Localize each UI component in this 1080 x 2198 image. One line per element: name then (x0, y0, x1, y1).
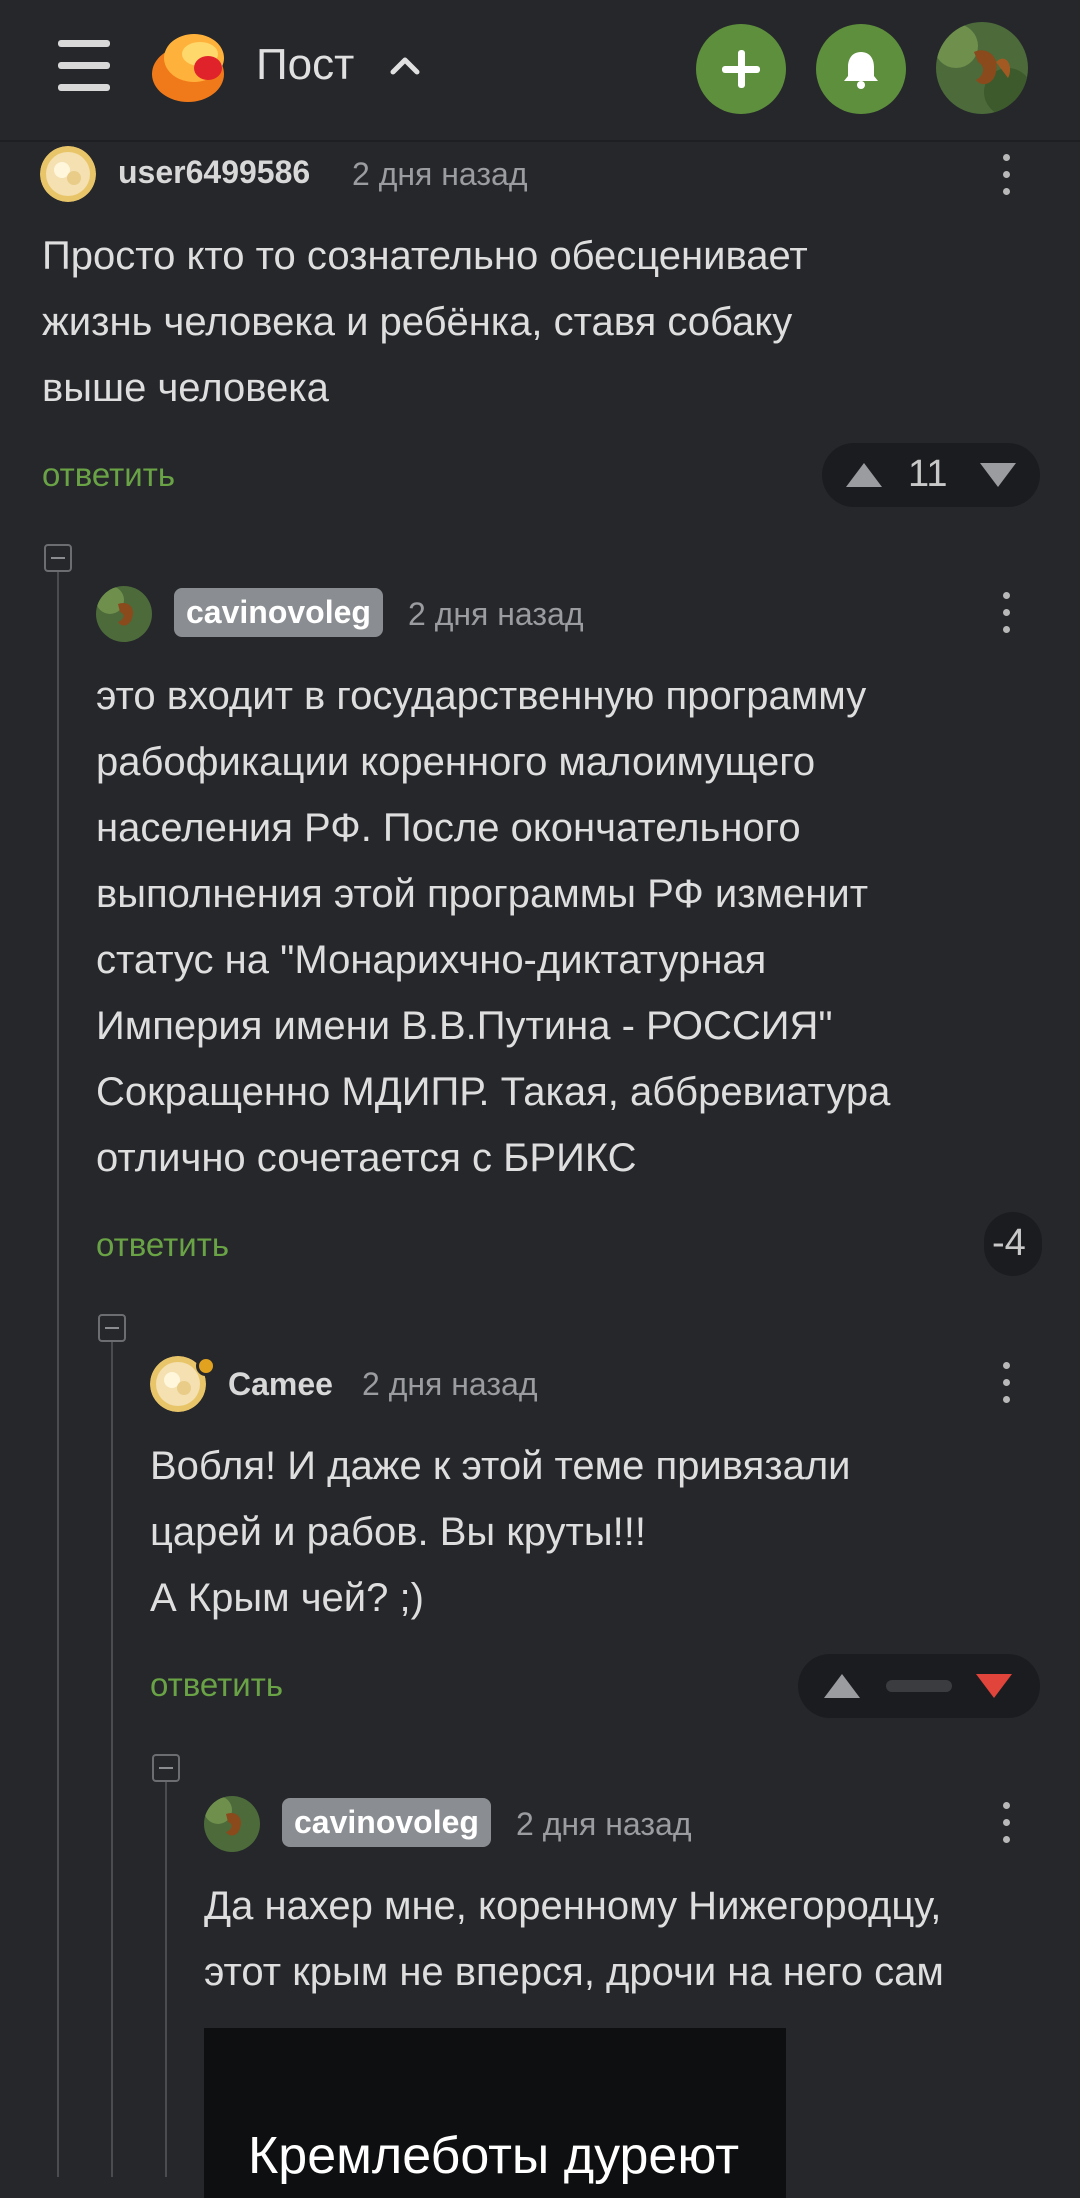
downvote-icon[interactable] (974, 1672, 1014, 1700)
menu-icon[interactable] (58, 40, 114, 92)
rating-hidden-bar (886, 1680, 952, 1692)
notifications-button[interactable] (816, 24, 906, 114)
logo-icon[interactable] (150, 28, 232, 104)
thread-line (165, 1782, 167, 2177)
add-post-button[interactable] (696, 24, 786, 114)
image-caption: Кремлеботы дуреют (248, 2127, 740, 2185)
thread-line (111, 1342, 113, 2177)
rating-value: -4 (992, 1222, 1026, 1264)
rating-control: -4 (984, 1212, 1042, 1276)
comment-author[interactable]: Camee (228, 1366, 333, 1403)
comment-author[interactable]: user6499586 (118, 154, 310, 191)
comment-author[interactable]: cavinovoleg (174, 588, 383, 637)
comment-text: Да нахер мне, коренному Нижегородцу, это… (204, 1884, 944, 1994)
more-options-icon[interactable] (1000, 152, 1012, 198)
reply-link[interactable]: ответить (150, 1666, 283, 1704)
comment-time: 2 дня назад (516, 1806, 692, 1842)
rating-control: 11 (822, 443, 1040, 507)
plus-icon (722, 50, 760, 88)
comment-image[interactable]: Кремлеботы дуреют (204, 2028, 786, 2198)
collapse-thread-button[interactable] (152, 1754, 180, 1782)
more-options-icon[interactable] (1000, 1360, 1012, 1406)
downvote-icon[interactable] (978, 461, 1018, 489)
comment-time: 2 дня назад (352, 156, 528, 192)
avatar[interactable] (40, 146, 96, 202)
chevron-up-icon[interactable] (388, 50, 422, 80)
user-avatar[interactable] (936, 22, 1028, 114)
collapse-thread-button[interactable] (98, 1314, 126, 1342)
thread-line (57, 572, 59, 2177)
page-title[interactable]: Пост (256, 40, 354, 90)
bell-icon (844, 52, 878, 89)
avatar[interactable] (204, 1796, 260, 1852)
rating-control (798, 1654, 1040, 1718)
more-options-icon[interactable] (1000, 590, 1012, 636)
reply-link[interactable]: ответить (96, 1226, 229, 1264)
more-options-icon[interactable] (1000, 1800, 1012, 1846)
comment-time: 2 дня назад (408, 596, 584, 632)
comment-time: 2 дня назад (362, 1366, 538, 1402)
upvote-icon[interactable] (844, 461, 884, 489)
upvote-icon[interactable] (822, 1672, 862, 1700)
comment-author[interactable]: cavinovoleg (282, 1798, 491, 1847)
reply-link[interactable]: ответить (42, 456, 175, 494)
comment-text: Вобля! И даже к этой теме привязали царе… (150, 1444, 851, 1620)
comment-text: Просто кто то сознательно обесценивает ж… (42, 234, 808, 410)
online-status-dot (196, 1356, 216, 1376)
comment-text: это входит в государственную программу р… (96, 674, 891, 1180)
collapse-thread-button[interactable] (44, 544, 72, 572)
top-bar: Пост (0, 0, 1080, 142)
rating-value: 11 (908, 453, 948, 495)
avatar[interactable] (96, 586, 152, 642)
